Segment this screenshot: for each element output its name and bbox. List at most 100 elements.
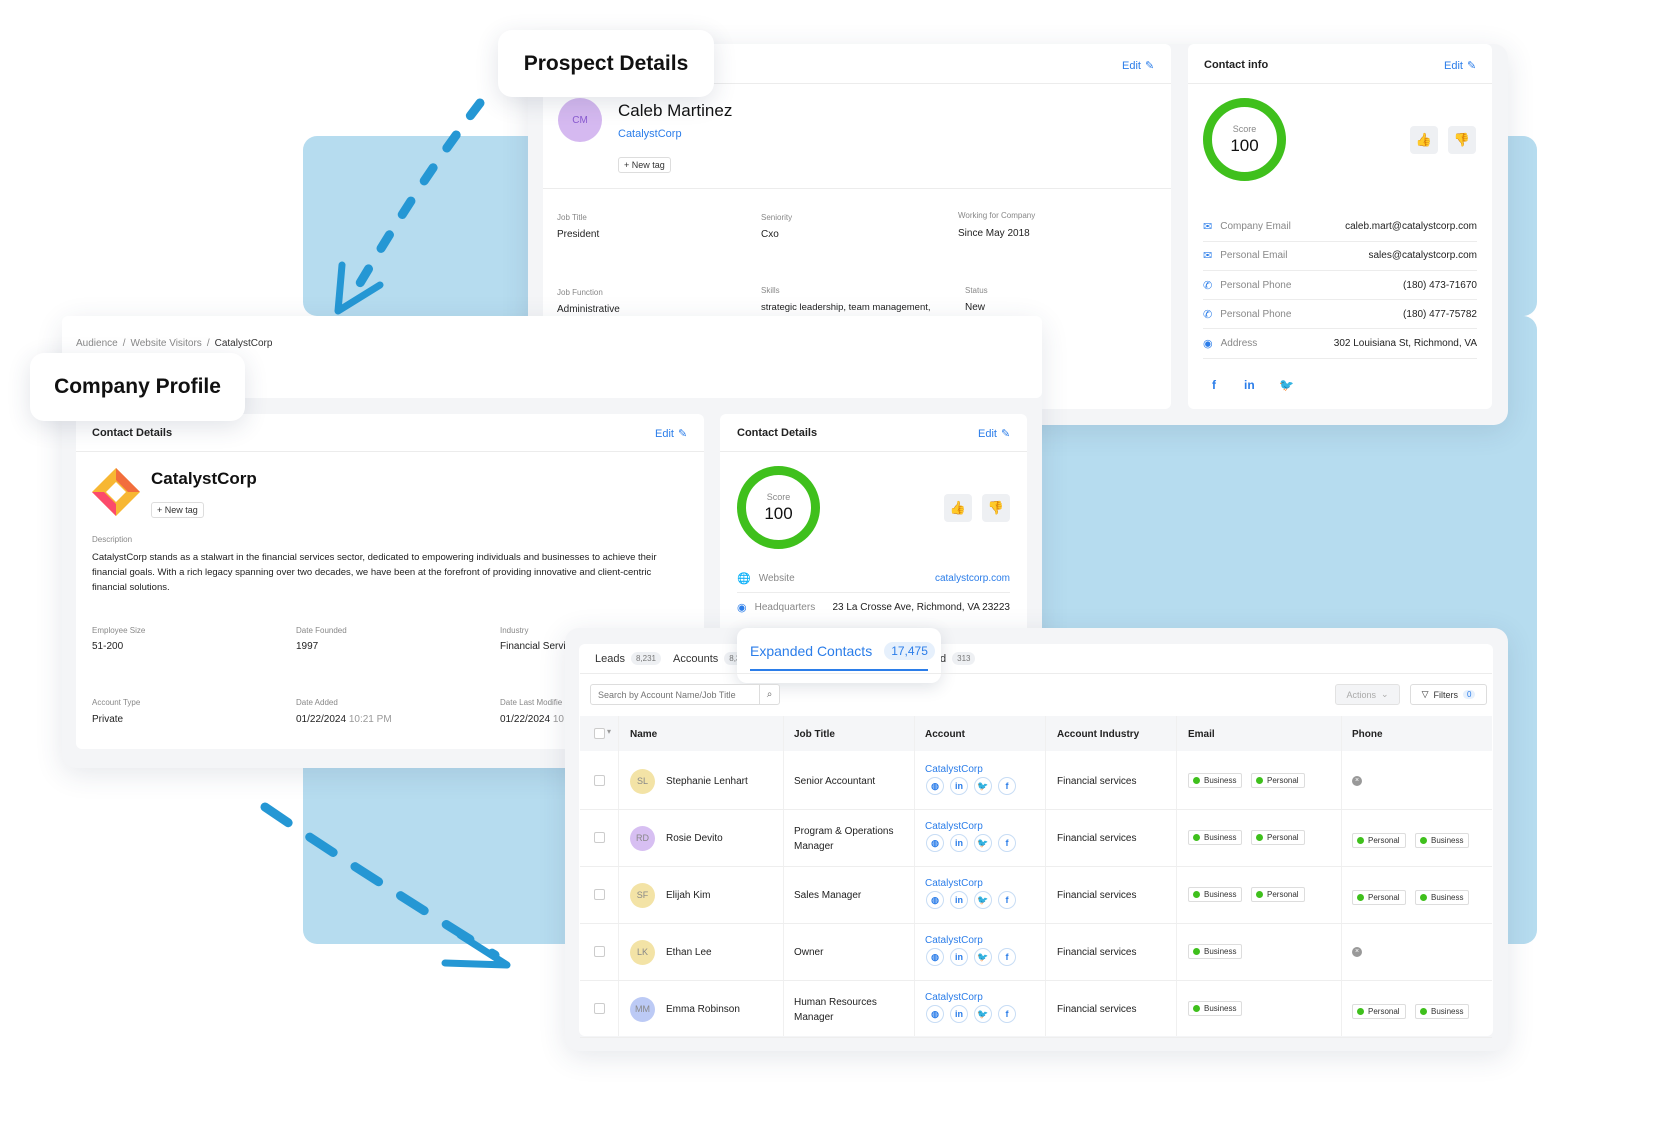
field-label-date-last-modified: Date Last Modifie (500, 698, 563, 707)
field-label-date-founded: Date Founded (296, 626, 347, 635)
contact-name[interactable]: Emma Robinson (666, 1002, 740, 1017)
email-badge-personal: Personal (1251, 772, 1305, 788)
column-header-account[interactable]: Account (925, 729, 965, 740)
thumbs-up-icon[interactable]: 👍 (1410, 126, 1438, 154)
company-contact-details-title: Contact Details (92, 427, 173, 439)
field-value-industry: Financial Servic (500, 641, 571, 652)
linkedin-icon[interactable]: in (950, 1005, 968, 1023)
thumbs-down-icon[interactable]: 👎 (1448, 126, 1476, 154)
company-edit-button[interactable]: Edit ✎ (655, 427, 687, 441)
contact-row-value[interactable]: caleb.mart@catalystcorp.com (1345, 221, 1477, 232)
company-contact-edit-button[interactable]: Edit ✎ (978, 427, 1010, 441)
contact-name[interactable]: Elijah Kim (666, 888, 710, 903)
globe-icon[interactable]: ◍ (926, 834, 944, 852)
search-icon[interactable]: ⌕ (759, 685, 779, 704)
contact-name[interactable]: Stephanie Lenhart (666, 774, 748, 789)
filter-icon: ▽ (1421, 689, 1429, 699)
column-header-name[interactable]: Name (630, 729, 657, 740)
contact-row-divider (1203, 299, 1477, 300)
company-hq-row: ◉ Headquarters 23 La Crosse Ave, Richmond… (737, 601, 1010, 614)
contact-avatar: MM (630, 996, 655, 1022)
facebook-icon[interactable]: f (998, 777, 1016, 795)
twitter-icon[interactable]: 🐦 (1279, 378, 1294, 392)
contact-name[interactable]: Rosie Devito (666, 831, 723, 846)
facebook-icon[interactable]: f (998, 891, 1016, 909)
row-checkbox[interactable] (594, 831, 605, 843)
linkedin-icon[interactable]: in (950, 834, 968, 852)
contact-row-personal-email: ✉ Personal Email sales@catalystcorp.com (1203, 249, 1477, 262)
decorative-arrow-bottom-icon (260, 802, 511, 969)
email-badge-personal: Personal (1251, 886, 1305, 902)
row-checkbox[interactable] (594, 1002, 605, 1014)
status-dot-icon (1193, 947, 1200, 955)
row-checkbox[interactable] (594, 774, 605, 786)
contact-account-link[interactable]: CatalystCorp (925, 990, 983, 1005)
row-divider (580, 809, 1492, 810)
account-social-icons: ◍ in 🐦 f (926, 948, 1016, 966)
contact-row-value[interactable]: (180) 477-75782 (1403, 309, 1477, 320)
contact-row-value[interactable]: sales@catalystcorp.com (1368, 250, 1477, 261)
contact-job-title: Senior Accountant (794, 775, 876, 787)
linkedin-icon[interactable]: in (950, 891, 968, 909)
contact-name[interactable]: Ethan Lee (666, 945, 712, 960)
twitter-icon[interactable]: 🐦 (974, 834, 992, 852)
linkedin-icon[interactable]: in (950, 777, 968, 795)
breadcrumb-item-website-visitors[interactable]: Website Visitors (130, 338, 201, 349)
twitter-icon[interactable]: 🐦 (974, 891, 992, 909)
prospect-new-tag-button[interactable]: + New tag (618, 157, 671, 173)
prospect-company-link[interactable]: CatalystCorp (618, 128, 682, 140)
contact-row-value[interactable]: (180) 473-71670 (1403, 280, 1477, 291)
column-header-industry[interactable]: Account Industry (1057, 729, 1139, 740)
email-badge-label: Personal (1267, 832, 1299, 842)
thumbs-up-icon[interactable]: 👍 (944, 494, 972, 522)
column-header-phone[interactable]: Phone (1352, 729, 1383, 740)
globe-icon[interactable]: ◍ (926, 891, 944, 909)
row-checkbox[interactable] (594, 888, 605, 900)
contact-info-edit-button[interactable]: Edit ✎ (1444, 59, 1477, 73)
column-header-job-title[interactable]: Job Title (794, 729, 835, 740)
phone-badge-personal: Personal (1352, 889, 1406, 905)
tab-expanded-contacts[interactable]: Expanded Contacts 17,475 (737, 628, 941, 683)
row-checkbox[interactable] (594, 945, 605, 957)
tab-extra[interactable]: d 313 (940, 652, 976, 665)
globe-icon[interactable]: ◍ (926, 948, 944, 966)
twitter-icon[interactable]: 🐦 (974, 948, 992, 966)
prospect-edit-button[interactable]: Edit ✎ (1122, 59, 1154, 73)
contact-account-link[interactable]: CatalystCorp (925, 819, 983, 834)
facebook-icon[interactable]: f (998, 834, 1016, 852)
location-icon: ◉ (1203, 338, 1213, 350)
select-all-checkbox[interactable] (594, 728, 605, 739)
twitter-icon[interactable]: 🐦 (974, 1005, 992, 1023)
facebook-icon[interactable]: f (998, 1005, 1016, 1023)
tab-leads[interactable]: Leads 8,231 (595, 652, 662, 665)
contact-account-link[interactable]: CatalystCorp (925, 876, 983, 891)
search-input[interactable]: ⌕ (590, 684, 780, 705)
location-icon: ◉ (737, 602, 747, 614)
company-profile-label: Company Profile (30, 353, 245, 421)
contact-account-industry: Financial services (1057, 1003, 1137, 1015)
filters-button[interactable]: ▽ Filters 0 (1410, 684, 1487, 705)
twitter-icon[interactable]: 🐦 (974, 777, 992, 795)
status-dot-icon (1256, 833, 1263, 841)
website-link[interactable]: catalystcorp.com (935, 573, 1010, 584)
facebook-icon[interactable]: f (1212, 378, 1216, 392)
breadcrumb-item-audience[interactable]: Audience (76, 338, 118, 349)
linkedin-icon[interactable]: in (950, 948, 968, 966)
globe-icon[interactable]: ◍ (926, 777, 944, 795)
globe-icon[interactable]: ◍ (926, 1005, 944, 1023)
search-field[interactable] (591, 689, 759, 700)
pencil-icon: ✎ (1466, 60, 1477, 72)
actions-dropdown[interactable]: Actions ⌄ (1335, 684, 1400, 705)
contact-account-link[interactable]: CatalystCorp (925, 762, 983, 777)
company-new-tag-button[interactable]: + New tag (151, 502, 204, 518)
company-contact-title: Contact Details (737, 427, 818, 439)
column-header-email[interactable]: Email (1188, 729, 1215, 740)
contact-account-link[interactable]: CatalystCorp (925, 933, 983, 948)
thumbs-down-icon[interactable]: 👎 (982, 494, 1010, 522)
phone-badge-label: Business (1431, 892, 1464, 902)
linkedin-icon[interactable]: in (1244, 378, 1255, 392)
select-all-chevron-icon[interactable]: ▾ (607, 727, 611, 736)
tab-expanded-contacts-count: 17,475 (884, 642, 935, 660)
facebook-icon[interactable]: f (998, 948, 1016, 966)
status-dot-icon (1357, 1007, 1364, 1015)
